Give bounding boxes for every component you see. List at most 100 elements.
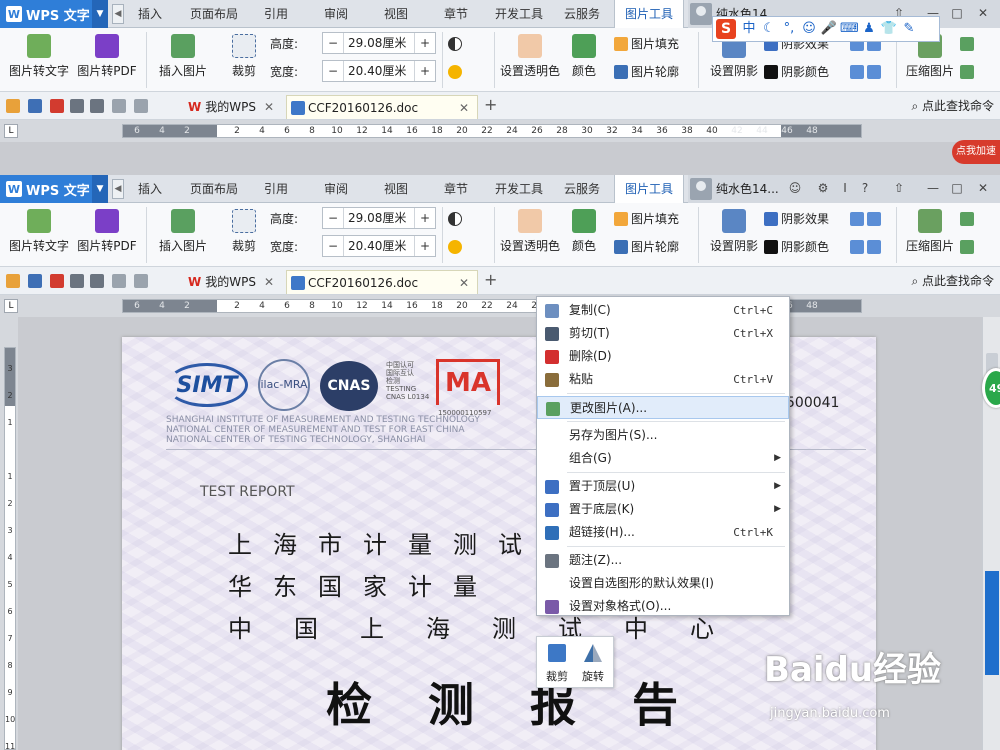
mini-crop-button[interactable]: 裁剪	[539, 641, 575, 685]
export-pdf-icon[interactable]	[50, 274, 64, 288]
emoji-icon[interactable]: ☺	[800, 20, 818, 38]
save-icon[interactable]	[28, 99, 42, 113]
set-transparent-button[interactable]: 设置透明色	[498, 30, 562, 88]
close-icon[interactable]: ✕	[974, 179, 992, 197]
undo-icon[interactable]	[112, 274, 126, 288]
help-icon[interactable]: ?	[856, 179, 874, 197]
tab-review[interactable]: 审阅	[314, 175, 358, 203]
menu-item[interactable]: 题注(Z)...	[537, 549, 789, 572]
insert-picture-button[interactable]: 插入图片	[152, 30, 214, 88]
increase-width-button[interactable]: +	[415, 61, 435, 81]
maximize-icon[interactable]: □	[948, 4, 966, 22]
decrease-height-button[interactable]: −	[323, 208, 343, 228]
minimize-icon[interactable]: —	[924, 179, 942, 197]
print-preview-icon[interactable]	[90, 99, 104, 113]
tab-developer[interactable]: 开发工具	[490, 0, 548, 28]
tab-references[interactable]: 引用	[254, 175, 298, 203]
tab-stop-selector[interactable]: L	[4, 299, 18, 313]
tab-review[interactable]: 审阅	[314, 0, 358, 28]
width-stepper[interactable]: −20.40厘米 +	[322, 60, 436, 82]
horizontal-ruler[interactable]: 6422468101214161820222426283032343638404…	[122, 124, 862, 138]
brightness-icon[interactable]	[448, 62, 465, 82]
open-icon[interactable]	[6, 99, 20, 113]
skin-icon[interactable]: ☺	[786, 179, 804, 197]
print-preview-icon[interactable]	[90, 274, 104, 288]
maximize-icon[interactable]: □	[948, 179, 966, 197]
punctuation-icon[interactable]: °,	[780, 20, 798, 38]
search-command[interactable]: ⌕ 点此查找命令	[911, 267, 994, 295]
wps-app-button[interactable]: W WPS 文字 ▼	[0, 175, 108, 203]
crop-button[interactable]: 裁剪	[228, 205, 260, 263]
doc-tab-current[interactable]: CCF20160126.doc ✕	[286, 95, 478, 119]
tab-scroll-left-icon[interactable]: ◀	[112, 4, 124, 24]
more-tools-icon[interactable]	[960, 62, 977, 82]
tab-developer[interactable]: 开发工具	[490, 175, 548, 203]
height-value[interactable]: 29.08厘米	[343, 33, 415, 53]
close-icon[interactable]: ✕	[974, 4, 992, 22]
height-stepper[interactable]: −29.08厘米 +	[322, 32, 436, 54]
tab-section[interactable]: 章节	[434, 175, 478, 203]
menu-item[interactable]: 更改图片(A)...	[537, 396, 789, 419]
speedup-badge[interactable]: 点我加速	[952, 140, 1000, 164]
menu-item[interactable]: 组合(G) ▶	[537, 447, 789, 470]
color-button[interactable]: 颜色	[566, 30, 602, 88]
height-value[interactable]: 29.08厘米	[343, 208, 415, 228]
picture-fill-button[interactable]: 图片填充	[614, 34, 679, 54]
person-icon[interactable]: ♟	[860, 20, 878, 38]
wrench-icon[interactable]: ✎	[900, 20, 918, 38]
menu-item[interactable]: 删除(D)	[537, 345, 789, 368]
brightness-icon[interactable]	[448, 237, 465, 257]
set-transparent-button[interactable]: 设置透明色	[498, 205, 562, 263]
print-icon[interactable]	[70, 99, 84, 113]
more-tools-icon[interactable]	[960, 34, 977, 54]
insert-picture-button[interactable]: 插入图片	[152, 205, 214, 263]
sogou-logo-icon[interactable]: S	[716, 19, 736, 39]
tab-scroll-left-icon[interactable]: ◀	[112, 179, 124, 199]
tab-stop-selector[interactable]: L	[4, 124, 18, 138]
tab-cloud[interactable]: 云服务	[556, 175, 608, 203]
contrast-icon[interactable]	[448, 209, 465, 229]
pic-to-pdf-button[interactable]: 图片转PDF	[76, 205, 138, 263]
doc-tab-my-wps[interactable]: W 我的WPS ✕	[184, 270, 280, 294]
shadow-nudge-icon[interactable]	[850, 209, 884, 229]
microphone-icon[interactable]: 🎤	[820, 20, 838, 38]
menu-item[interactable]: 粘贴 Ctrl+V	[537, 368, 789, 391]
shirt-icon[interactable]: 👕	[880, 20, 898, 38]
height-stepper[interactable]: −29.08厘米 +	[322, 207, 436, 229]
search-command[interactable]: ⌕ 点此查找命令	[911, 92, 994, 120]
picture-outline-button[interactable]: 图片轮廓	[614, 237, 679, 257]
print-icon[interactable]	[70, 274, 84, 288]
redo-icon[interactable]	[134, 99, 148, 113]
tab-insert[interactable]: 插入	[128, 175, 172, 203]
moon-icon[interactable]: ☾	[760, 20, 778, 38]
chevron-down-icon[interactable]: ▼	[92, 175, 108, 203]
pic-to-text-button[interactable]: 图片转文字	[6, 205, 72, 263]
avatar[interactable]	[690, 178, 712, 200]
chevron-down-icon[interactable]: ▼	[92, 0, 108, 28]
ime-language[interactable]: 中	[740, 20, 758, 38]
tab-picture-tools[interactable]: 图片工具	[614, 0, 684, 29]
decrease-width-button[interactable]: −	[323, 61, 343, 81]
tab-references[interactable]: 引用	[254, 0, 298, 28]
theme-icon[interactable]: Ⅰ	[836, 179, 854, 197]
shadow-nudge-icon[interactable]	[850, 62, 884, 82]
decrease-width-button[interactable]: −	[323, 236, 343, 256]
menu-item[interactable]: 设置对象格式(O)...	[537, 595, 789, 618]
menu-item[interactable]: 剪切(T) Ctrl+X	[537, 322, 789, 345]
menu-item[interactable]: 置于底层(K) ▶	[537, 498, 789, 521]
width-stepper[interactable]: −20.40厘米 +	[322, 235, 436, 257]
menu-item[interactable]: 超链接(H)... Ctrl+K	[537, 521, 789, 544]
undo-icon[interactable]	[112, 99, 126, 113]
tab-page-layout[interactable]: 页面布局	[182, 175, 246, 203]
compress-picture-button[interactable]: 压缩图片	[902, 205, 958, 263]
settings-icon[interactable]: ⚙	[814, 179, 832, 197]
doc-tab-my-wps[interactable]: W 我的WPS ✕	[184, 95, 280, 119]
shadow-color-button[interactable]: 阴影颜色	[764, 62, 829, 82]
tab-view[interactable]: 视图	[374, 175, 418, 203]
mini-rotate-button[interactable]: 旋转	[575, 641, 611, 685]
close-tab-icon[interactable]: ✕	[264, 100, 274, 114]
shadow-color-button[interactable]: 阴影颜色	[764, 237, 829, 257]
tab-section[interactable]: 章节	[434, 0, 478, 28]
doc-tab-current[interactable]: CCF20160126.doc ✕	[286, 270, 478, 294]
close-tab-icon[interactable]: ✕	[264, 275, 274, 289]
